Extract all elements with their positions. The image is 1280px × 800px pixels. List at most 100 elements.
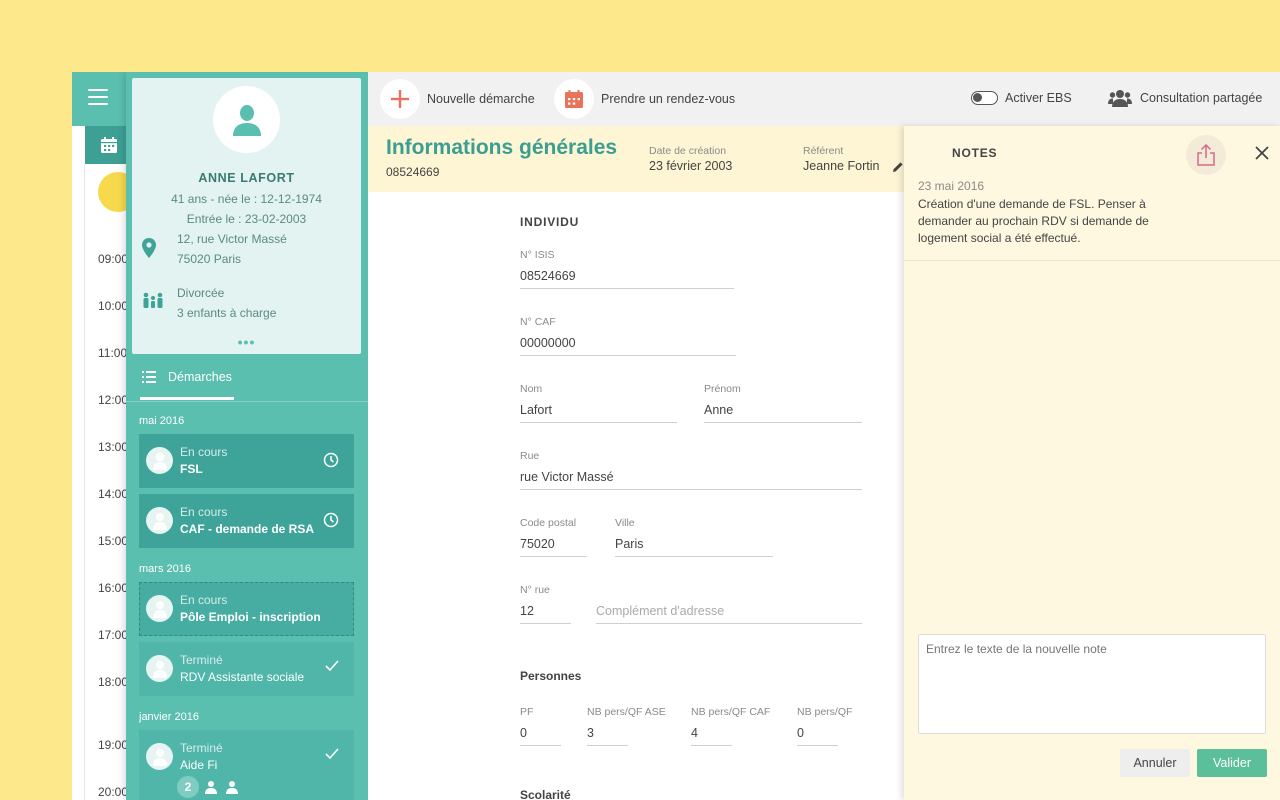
rail-divider [84,164,85,800]
section-personnes: Personnes [520,669,582,683]
check-icon [325,748,339,760]
section-individu: INDIVIDU [520,215,580,229]
nom-label: Nom [520,383,543,395]
city-field[interactable]: Ville Paris [615,517,773,557]
close-button[interactable] [1250,141,1274,165]
top-toolbar: Nouvelle démarche Prendre un rendez-vous… [368,72,1280,126]
postal-code-value[interactable]: 75020 [520,537,587,556]
rue-value[interactable]: rue Victor Massé [520,470,862,489]
page-title: Informations générales [386,136,618,159]
nom-value[interactable]: Lafort [520,403,677,422]
prenom-label: Prénom [704,383,741,395]
rue-field[interactable]: Rue rue Victor Massé [520,450,862,490]
qf-field[interactable]: NB pers/QF 0 [797,706,853,746]
person-icon [226,781,238,794]
notes-title: NOTES [952,146,998,160]
qf-ase-value[interactable]: 3 [587,726,628,745]
city-label: Ville [615,517,635,529]
prenom-field[interactable]: Prénom Anne [704,383,862,423]
appointment-button[interactable] [554,79,594,119]
qf-ase-field[interactable]: NB pers/QF ASE 3 [587,706,666,746]
person-avatar [146,595,173,622]
demarche-status: Terminé [180,653,223,667]
qf-caf-value[interactable]: 4 [691,726,732,745]
profile-entry-date: Entrée le : 23-02-2003 [186,212,307,226]
pf-field[interactable]: PF 0 [520,706,561,746]
new-demarche-label[interactable]: Nouvelle démarche [427,92,535,106]
hour-label: 15:00 [98,534,129,548]
hour-label: 17:00 [98,628,129,642]
user-icon [232,104,261,136]
close-icon [1255,146,1269,160]
caf-field[interactable]: N° CAF 00000000 [520,316,736,356]
family-status: Divorcée [177,286,225,300]
demarche-title: CAF - demande de RSA [180,522,315,536]
edit-pencil-icon[interactable] [892,161,904,173]
ebs-label: Activer EBS [1005,91,1072,105]
shared-users-icon[interactable] [1108,88,1132,108]
profile-age: 41 ans - née le : 12-12-1974 [171,192,322,206]
share-icon [1197,144,1215,166]
person-avatar [146,743,173,770]
tab-divider [126,401,368,402]
profile-name: ANNE LAFORT [198,171,295,185]
person-avatar [146,507,173,534]
qf-label: NB pers/QF [797,706,853,718]
clock-icon [323,512,339,528]
user-icon [152,600,167,618]
hour-label: 10:00 [98,299,129,313]
shared-consultation-label[interactable]: Consultation partagée [1140,91,1262,105]
pf-label: PF [520,706,534,718]
rue-label: Rue [520,450,540,462]
new-note-input[interactable] [918,634,1266,734]
prenom-value[interactable]: Anne [704,403,862,422]
creation-date-value: 23 février 2003 [649,159,733,173]
isis-field[interactable]: N° ISIS 08524669 [520,249,734,289]
street-number-value[interactable]: 12 [520,604,571,623]
family-icon [143,292,163,308]
file-number: 08524669 [386,165,440,179]
tab-active-indicator [140,397,234,400]
postal-code-field[interactable]: Code postal 75020 [520,517,587,557]
check-icon [325,660,339,672]
user-icon [152,660,167,678]
more-button[interactable]: ••• [132,334,361,350]
city-value[interactable]: Paris [615,537,773,556]
notes-panel: NOTES 23 mai 2016 Création d'une demande… [904,126,1280,800]
demarche-title: Aide Fi [180,758,218,772]
info-header: Informations générales 08524669 Date de … [368,126,904,192]
group-label: mai 2016 [139,415,185,427]
menu-icon[interactable] [88,89,108,105]
hour-label: 18:00 [98,675,129,689]
pf-value[interactable]: 0 [520,726,561,745]
user-icon [152,452,167,470]
calendar-nav-button[interactable] [85,126,132,164]
address-complement-placeholder[interactable]: Complément d'adresse [596,604,862,623]
isis-value[interactable]: 08524669 [520,269,734,288]
hour-label: 11:00 [98,346,128,360]
qf-caf-field[interactable]: NB pers/QF CAF 4 [691,706,770,746]
validate-button[interactable]: Valider [1197,749,1267,777]
cancel-button[interactable]: Annuler [1120,749,1190,777]
appointment-label[interactable]: Prendre un rendez-vous [601,92,735,106]
nom-field[interactable]: Nom Lafort [520,383,677,423]
address-complement-field[interactable]: Complément d'adresse [596,584,862,624]
demarche-status: En cours [180,445,228,459]
demarche-card[interactable]: Terminé Aide Fi 2 [139,730,354,800]
street-number-field[interactable]: N° rue 12 [520,584,571,624]
caf-label: N° CAF [520,316,556,328]
demarche-card[interactable]: Terminé RDV Assistante sociale [139,642,354,696]
demarche-card[interactable]: En cours CAF - demande de RSA [139,494,354,548]
caf-value[interactable]: 00000000 [520,336,736,355]
participants-count-badge: 2 [177,776,199,798]
ebs-toggle[interactable] [971,91,998,105]
qf-ase-label: NB pers/QF ASE [587,706,666,718]
demarche-title: FSL [180,462,203,476]
postal-code-label: Code postal [520,517,577,529]
qf-value[interactable]: 0 [797,726,838,745]
group-label: janvier 2016 [139,711,199,723]
demarche-card[interactable]: En cours FSL [139,434,354,488]
new-demarche-button[interactable] [380,79,420,119]
demarche-card[interactable]: En cours Pôle Emploi - inscription [139,582,354,636]
share-button[interactable] [1186,135,1226,175]
